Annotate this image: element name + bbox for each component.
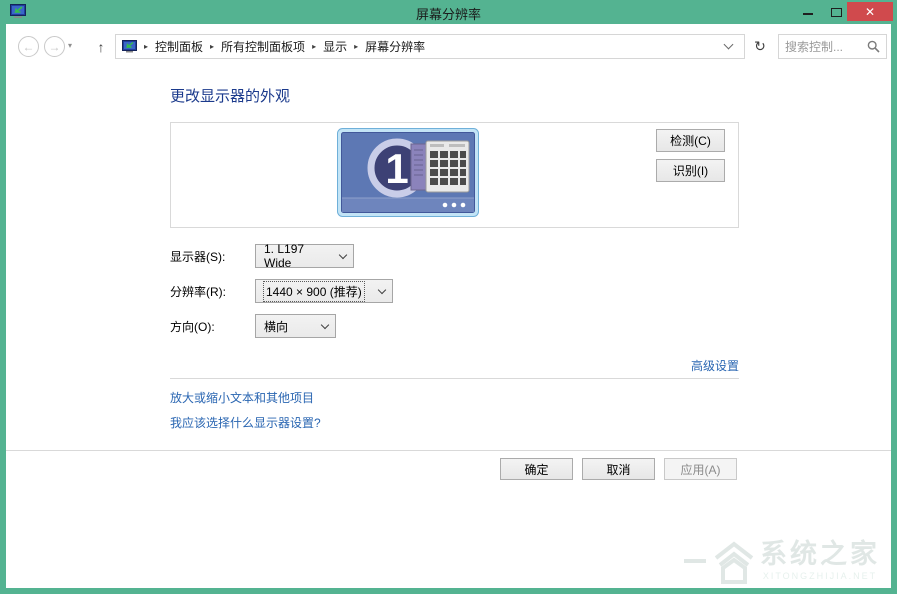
monitor-1-graphic[interactable]: 1 [337, 128, 479, 222]
resize-text-link[interactable]: 放大或缩小文本和其他项目 [170, 389, 314, 406]
minimize-icon [803, 13, 813, 15]
orientation-select-value: 横向 [264, 319, 289, 334]
minimize-button[interactable] [797, 0, 819, 22]
forward-button[interactable]: → [44, 36, 65, 57]
cancel-button[interactable]: 取消 [582, 458, 655, 480]
watermark-dash [684, 559, 706, 563]
orientation-label: 方向(O): [170, 320, 215, 334]
resolution-select-value: 1440 × 900 (推荐) [263, 280, 365, 302]
maximize-icon [830, 8, 842, 17]
up-icon: ↑ [97, 38, 105, 55]
monitor-preview-panel: 1 检测(C) 识别(I) [170, 122, 739, 228]
breadcrumb-separator-icon: ▸ [210, 42, 215, 51]
ok-button[interactable]: 确定 [500, 458, 573, 480]
identify-button[interactable]: 识别(I) [656, 159, 725, 182]
window-body: ← → ▾ ↑ ▸ 控制面板 ▸ 所有控制面板项 ▸ 显示 ▸ 屏幕分辨率 ↻ [6, 24, 891, 588]
screen-resolution-window: 屏幕分辨率 ✕ ← → ▾ ↑ ▸ 控制面板 ▸ 所有控制面板项 ▸ 显示 ▸ … [0, 0, 897, 594]
title-bar: 屏幕分辨率 ✕ [0, 0, 897, 24]
apply-button[interactable]: 应用(A) [664, 458, 737, 480]
close-icon: ✕ [864, 4, 876, 19]
page-title: 更改显示器的外观 [170, 88, 291, 105]
watermark-subtitle: XITONGZHIJIA.NET [762, 571, 878, 581]
back-icon: ← [22, 39, 35, 54]
close-button[interactable]: ✕ [847, 2, 893, 21]
window-title: 屏幕分辨率 [415, 7, 481, 22]
monitor-number-label: 1 [385, 145, 408, 192]
display-select-value: 1. L197 Wide [264, 242, 305, 270]
chevron-down-icon [320, 320, 330, 330]
history-dropdown-icon[interactable]: ▾ [68, 41, 72, 50]
breadcrumb-display[interactable]: 显示 [323, 38, 347, 55]
breadcrumb-control-panel[interactable]: 控制面板 [155, 38, 203, 55]
chevron-down-icon [377, 285, 387, 295]
keypad-icon [410, 140, 470, 193]
display-settings-help-link[interactable]: 我应该选择什么显示器设置? [170, 414, 321, 431]
breadcrumb-screen-resolution[interactable]: 屏幕分辨率 [365, 38, 425, 55]
refresh-icon: ↻ [754, 38, 766, 54]
resolution-label: 分辨率(R): [170, 285, 226, 299]
footer-divider [6, 450, 891, 451]
address-dropdown-icon[interactable] [723, 39, 734, 50]
display-select[interactable]: 1. L197 Wide [255, 242, 354, 270]
up-button[interactable]: ↑ [90, 36, 112, 57]
detect-button[interactable]: 检测(C) [656, 129, 725, 152]
breadcrumb-separator-icon: ▸ [312, 42, 317, 51]
search-box[interactable] [778, 34, 887, 59]
maximize-button[interactable] [825, 0, 847, 22]
control-panel-icon [122, 40, 137, 53]
breadcrumb-separator-icon: ▸ [144, 42, 149, 51]
search-icon[interactable] [867, 40, 880, 53]
display-label: 显示器(S): [170, 250, 226, 264]
resolution-select[interactable]: 1440 × 900 (推荐) [255, 279, 393, 303]
refresh-button[interactable]: ↻ [747, 34, 773, 59]
breadcrumb-all-items[interactable]: 所有控制面板项 [221, 38, 305, 55]
watermark: 系统之家 XITONGZHIJIA.NET [684, 538, 880, 584]
orientation-select[interactable]: 横向 [255, 314, 336, 338]
search-input[interactable] [785, 39, 867, 54]
house-icon [712, 538, 756, 584]
section-divider [170, 378, 739, 379]
forward-icon: → [48, 39, 61, 54]
address-bar[interactable]: ▸ 控制面板 ▸ 所有控制面板项 ▸ 显示 ▸ 屏幕分辨率 [115, 34, 745, 59]
back-button[interactable]: ← [18, 36, 39, 57]
watermark-title: 系统之家 [760, 539, 880, 569]
breadcrumb-separator-icon: ▸ [354, 42, 359, 51]
chevron-down-icon [338, 250, 348, 260]
advanced-settings-link[interactable]: 高级设置 [691, 357, 739, 374]
